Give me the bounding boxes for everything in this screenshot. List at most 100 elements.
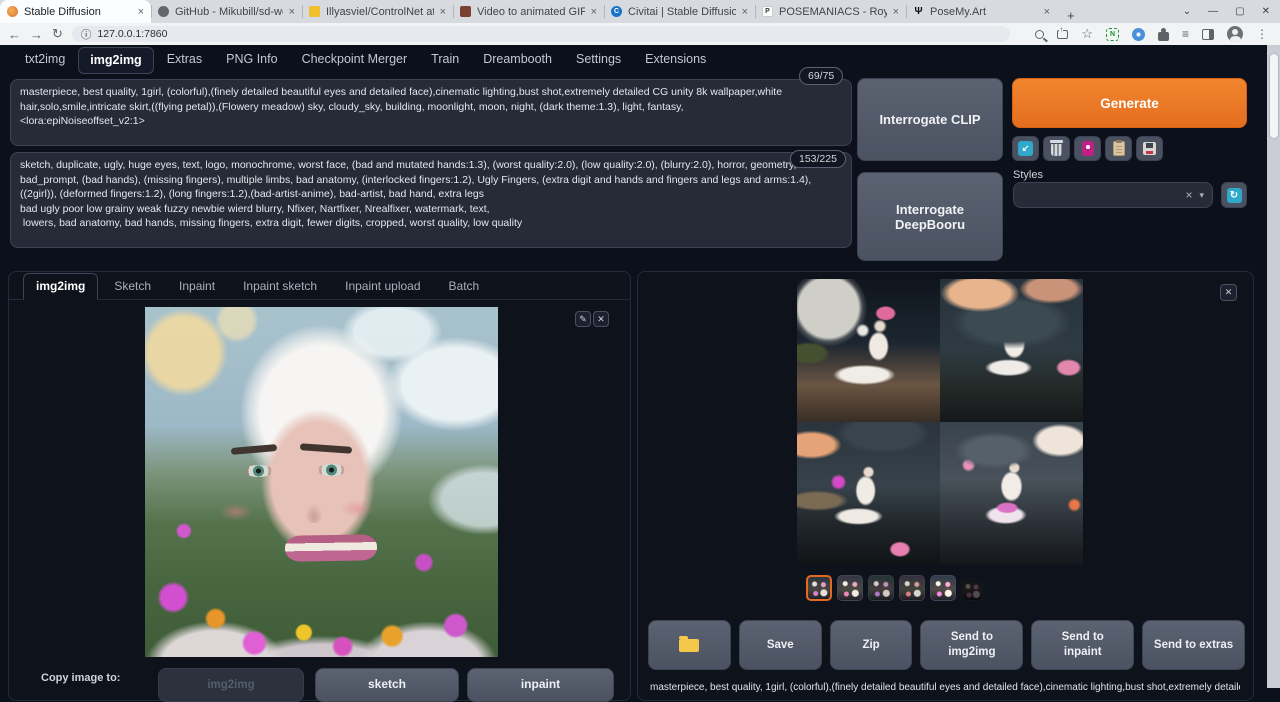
tab-img2img[interactable]: img2img — [78, 47, 153, 74]
negative-prompt-input[interactable]: sketch, duplicate, ugly, huge eyes, text… — [10, 152, 852, 248]
portrait-nose-shadow — [305, 503, 323, 523]
tab-extensions[interactable]: Extensions — [634, 47, 717, 74]
toolbar-icons: ☆ N ≡ ⋮ — [1035, 26, 1272, 42]
blue-extension-icon[interactable] — [1132, 28, 1145, 41]
browser-tab-posemaniacs[interactable]: P POSEMANIACS - Royalty free 3 × — [755, 0, 906, 23]
bookmark-star-icon[interactable]: ☆ — [1081, 26, 1093, 42]
apply-style-button[interactable] — [1105, 136, 1132, 161]
tab-png-info[interactable]: PNG Info — [215, 47, 288, 74]
zoom-icon[interactable] — [1035, 30, 1044, 39]
result-image-2[interactable] — [940, 279, 1083, 422]
page-scrollbar[interactable] — [1267, 45, 1280, 688]
interrogate-clip-button[interactable]: Interrogate CLIP — [857, 78, 1003, 161]
tab-close-icon[interactable]: × — [440, 6, 446, 18]
thumbnail-2[interactable] — [837, 575, 863, 601]
source-image-portrait[interactable] — [145, 307, 498, 657]
thumbnail-6[interactable] — [961, 579, 983, 601]
tab-close-icon[interactable]: × — [138, 6, 144, 18]
reload-button[interactable]: ↻ — [52, 26, 63, 42]
profile-avatar[interactable] — [1227, 26, 1243, 42]
extra-networks-button[interactable] — [1074, 136, 1101, 161]
save-style-button[interactable] — [1136, 136, 1163, 161]
prompt-input[interactable]: masterpiece, best quality, 1girl, (color… — [10, 79, 852, 146]
remove-image-button[interactable]: ✕ — [593, 311, 609, 327]
tab-search-icon[interactable]: ⌄ — [1183, 6, 1191, 17]
result-image-1[interactable] — [797, 279, 940, 422]
sidebar-icon[interactable] — [1202, 29, 1214, 40]
clear-styles-icon[interactable]: × — [1185, 188, 1192, 202]
results-gallery-panel: ✕ Save Zip Send to img2img Send to inpai… — [637, 271, 1254, 701]
browser-tab-stable-diffusion[interactable]: Stable Diffusion × — [0, 0, 151, 23]
tab-extras[interactable]: Extras — [156, 47, 213, 74]
browser-tab-civitai[interactable]: C Civitai | Stable Diffusion models × — [604, 0, 755, 23]
browser-menu-icon[interactable]: ⋮ — [1256, 27, 1268, 41]
save-button[interactable]: Save — [739, 620, 822, 670]
extensions-puzzle-icon[interactable] — [1158, 32, 1169, 41]
result-image-grid[interactable] — [797, 279, 1083, 565]
tab-close-icon[interactable]: × — [591, 6, 597, 18]
thumbnail-5[interactable] — [930, 575, 956, 601]
share-icon[interactable] — [1057, 30, 1068, 39]
refresh-styles-button[interactable]: ↻ — [1221, 182, 1247, 208]
browser-tab-posemyart[interactable]: Ψ PoseMy.Art × — [906, 0, 1057, 23]
scrollbar-thumb[interactable] — [1269, 53, 1279, 139]
send-to-inpaint-button[interactable]: Send to inpaint — [1031, 620, 1134, 670]
new-tab-button[interactable]: + — [1067, 8, 1075, 23]
subtab-batch[interactable]: Batch — [437, 274, 492, 299]
open-folder-button[interactable] — [648, 620, 731, 670]
subtab-inpaint-sketch[interactable]: Inpaint sketch — [231, 274, 329, 299]
paste-params-button[interactable]: ↙ — [1012, 136, 1039, 161]
tab-train[interactable]: Train — [420, 47, 470, 74]
tab-txt2img[interactable]: txt2img — [14, 47, 76, 74]
subtab-sketch[interactable]: Sketch — [102, 274, 163, 299]
edit-image-button[interactable]: ✎ — [575, 311, 591, 327]
copy-to-inpaint-button[interactable]: inpaint — [467, 668, 614, 702]
copy-to-img2img-button[interactable]: img2img — [158, 668, 304, 702]
tab-close-icon[interactable]: × — [742, 6, 748, 18]
notion-extension-icon[interactable]: N — [1106, 28, 1119, 41]
styles-dropdown[interactable]: × ▾ — [1013, 182, 1213, 208]
tab-close-icon[interactable]: × — [289, 6, 295, 18]
tab-dreambooth[interactable]: Dreambooth — [472, 47, 563, 74]
browser-tab-controlnet[interactable]: Illyasviel/ControlNet at main × — [302, 0, 453, 23]
site-info-icon[interactable]: ⓘ — [81, 27, 92, 42]
address-bar[interactable]: ⓘ 127.0.0.1:7860 — [72, 26, 1010, 42]
tab-groups-icon[interactable]: ≡ — [1182, 27, 1189, 41]
back-button[interactable]: ← — [8, 27, 21, 42]
subtab-img2img[interactable]: img2img — [23, 273, 98, 300]
browser-tab-github[interactable]: GitHub - Mikubill/sd-webui-con × — [151, 0, 302, 23]
folder-icon — [679, 639, 699, 652]
gallery-action-row: Save Zip Send to img2img Send to inpaint… — [648, 620, 1245, 670]
send-to-extras-button[interactable]: Send to extras — [1142, 620, 1245, 670]
send-to-img2img-button[interactable]: Send to img2img — [920, 620, 1023, 670]
tab-settings[interactable]: Settings — [565, 47, 632, 74]
tab-close-icon[interactable]: × — [1044, 6, 1050, 18]
copy-to-sketch-button[interactable]: sketch — [315, 668, 459, 702]
zip-button[interactable]: Zip — [830, 620, 913, 670]
thumbnail-4[interactable] — [899, 575, 925, 601]
result-image-4[interactable] — [940, 422, 1083, 565]
thumbnail-1-selected[interactable] — [806, 575, 832, 601]
forward-button[interactable]: → — [30, 27, 43, 42]
gallery-thumbnail-strip — [806, 575, 983, 601]
interrogate-deepbooru-button[interactable]: Interrogate DeepBooru — [857, 172, 1003, 261]
minimize-button[interactable]: — — [1208, 6, 1218, 17]
subtab-inpaint-upload[interactable]: Inpaint upload — [333, 274, 432, 299]
thumbnail-3[interactable] — [868, 575, 894, 601]
browser-tab-gif-converter[interactable]: Video to animated GIF converter × — [453, 0, 604, 23]
tab-checkpoint-merger[interactable]: Checkpoint Merger — [291, 47, 419, 74]
img2img-mode-tabs: img2img Sketch Inpaint Inpaint sketch In… — [9, 272, 630, 300]
generate-button[interactable]: Generate — [1012, 78, 1247, 128]
maximize-button[interactable]: ▢ — [1235, 6, 1244, 17]
extra-networks-card-icon — [1082, 141, 1094, 156]
subtab-inpaint[interactable]: Inpaint — [167, 274, 227, 299]
portrait-left-eye — [244, 465, 273, 477]
clear-prompt-button[interactable] — [1043, 136, 1070, 161]
close-window-button[interactable]: ✕ — [1262, 6, 1270, 17]
gif-converter-favicon-icon — [460, 6, 471, 17]
chevron-down-icon[interactable]: ▾ — [1199, 190, 1204, 201]
result-image-3[interactable] — [797, 422, 940, 565]
close-gallery-button[interactable]: ✕ — [1220, 284, 1237, 301]
tab-close-icon[interactable]: × — [893, 6, 899, 18]
trash-icon — [1051, 144, 1062, 156]
